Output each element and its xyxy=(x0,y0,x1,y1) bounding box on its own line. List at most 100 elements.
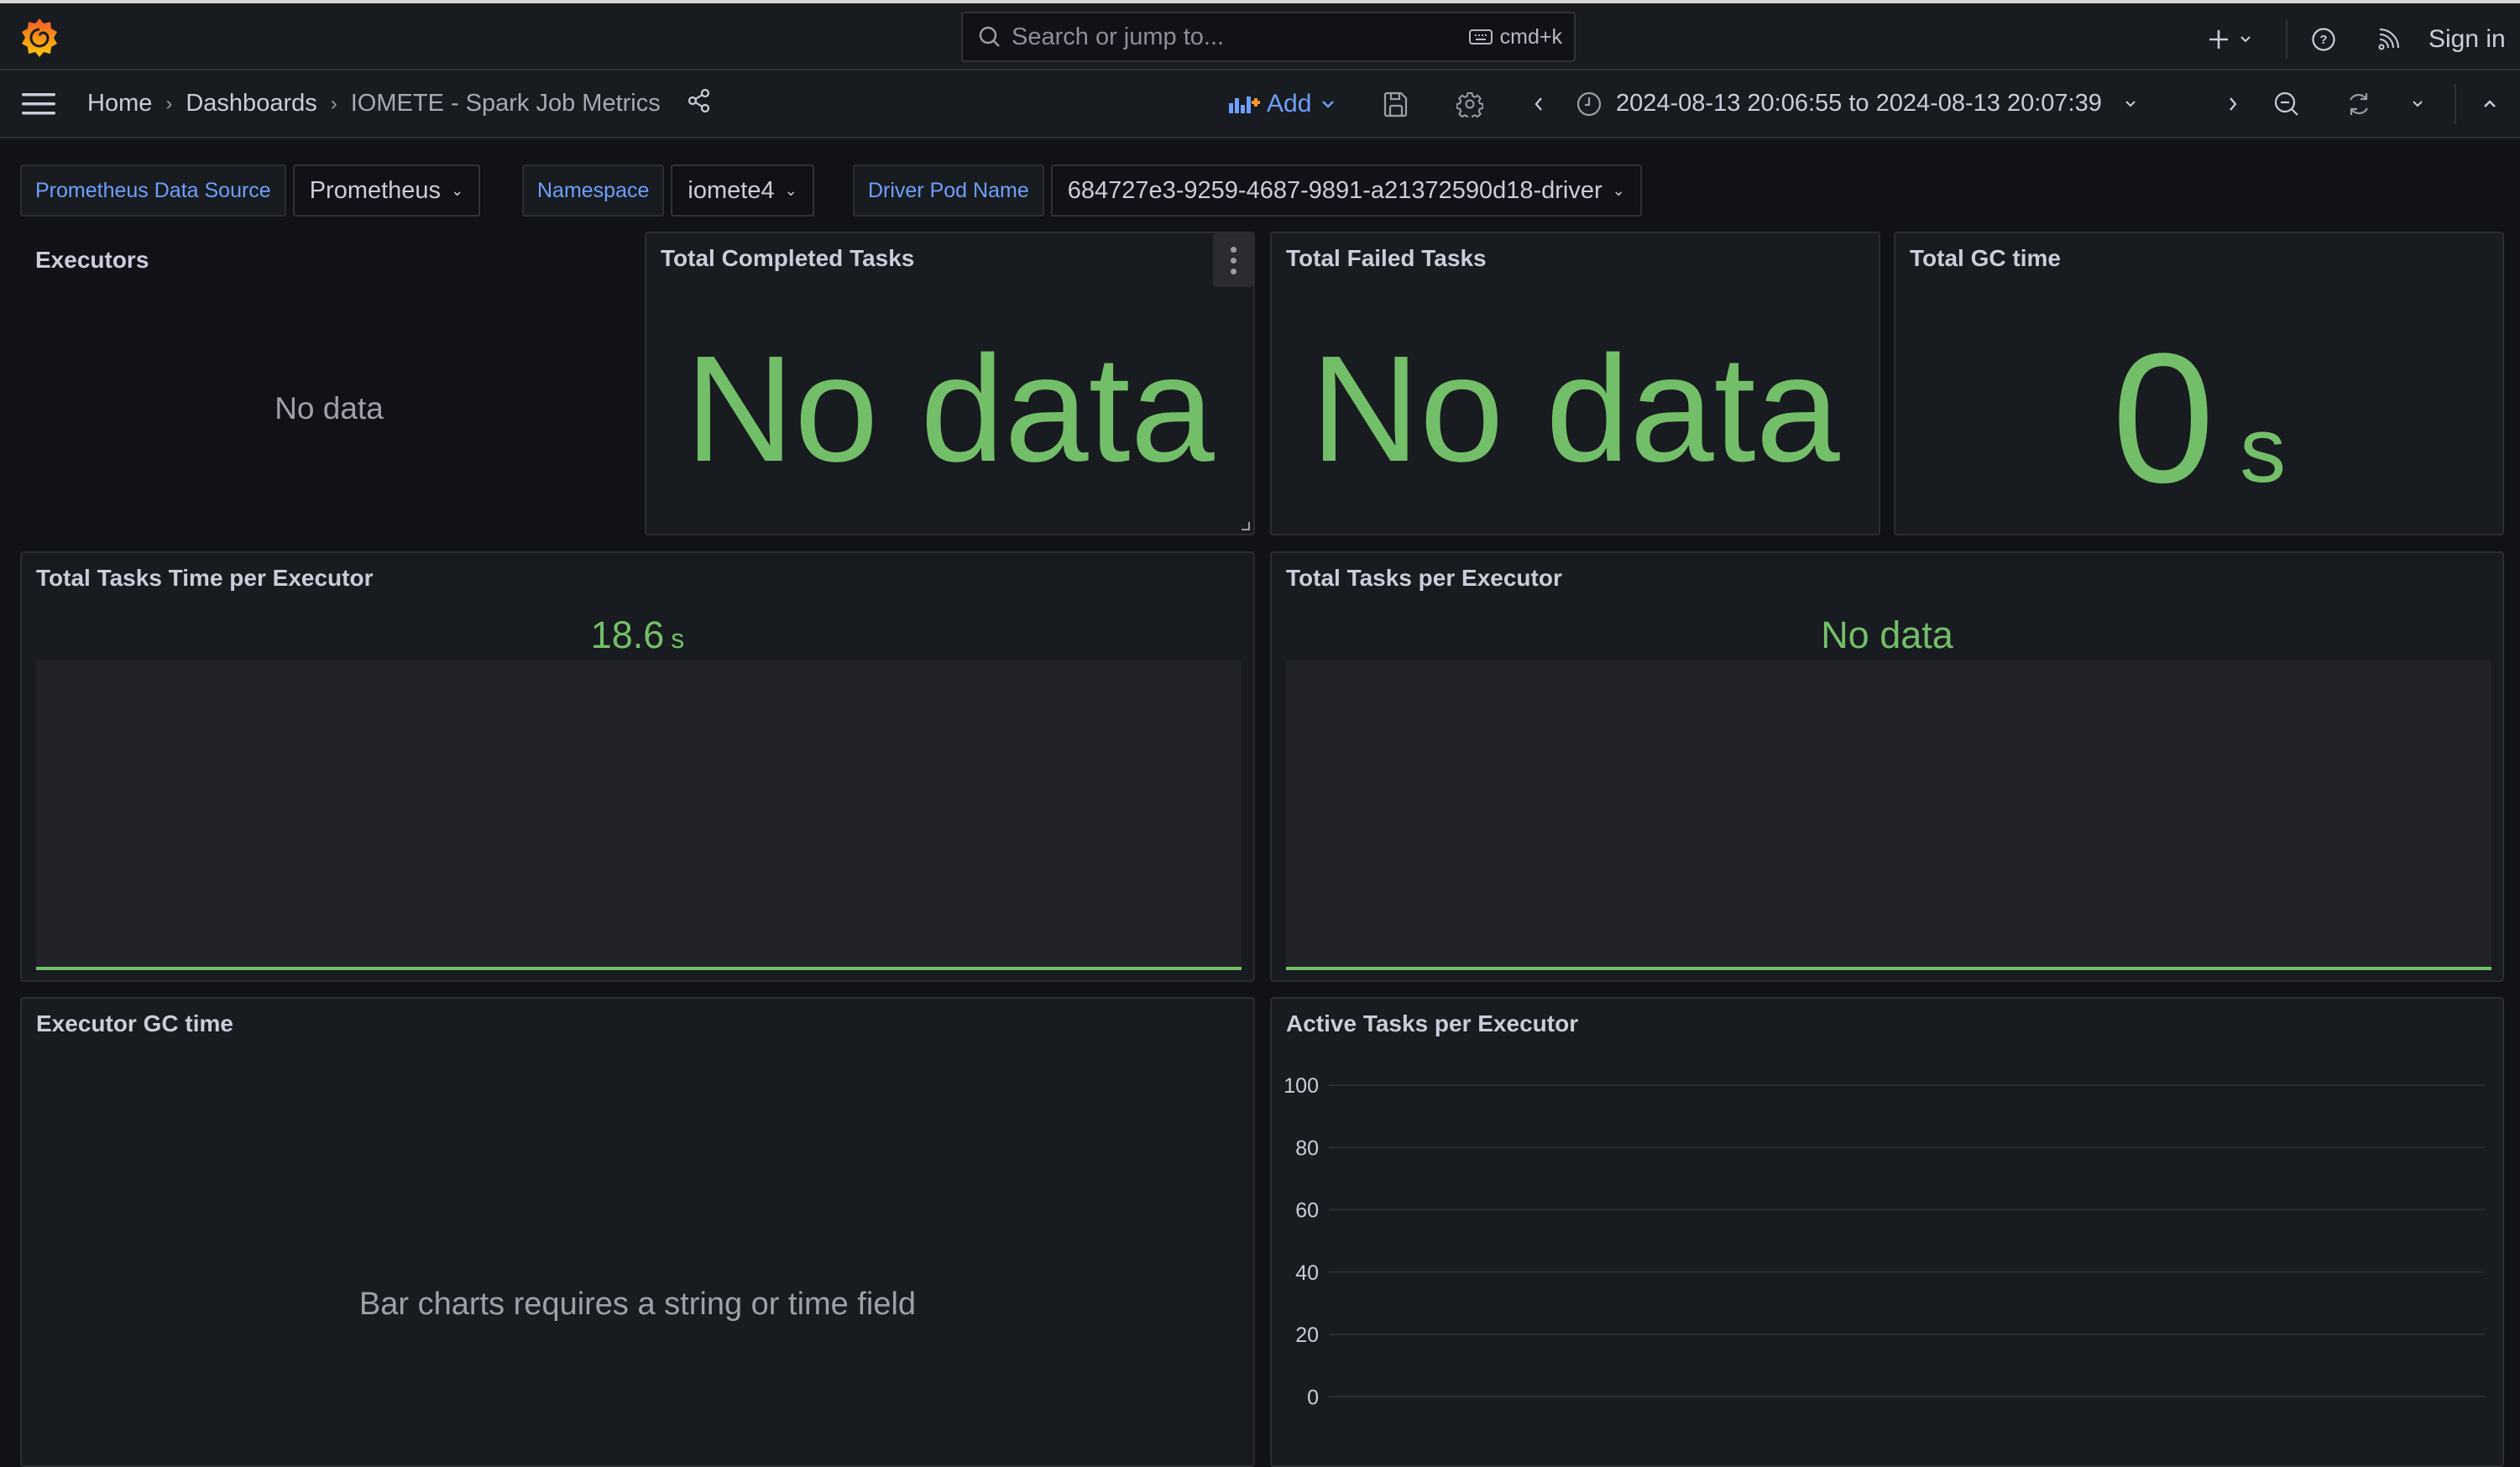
share-icon xyxy=(688,88,709,112)
chevron-right-icon xyxy=(2230,97,2237,111)
panel-title: Executor GC time xyxy=(36,1010,233,1036)
refresh-icon xyxy=(2350,92,2368,115)
panel-menu-button[interactable] xyxy=(1213,233,1253,287)
active-tasks-chart[interactable]: 100 80 60 40 20 0 xyxy=(1272,999,2504,1467)
panel-total-completed-tasks[interactable]: Total Completed Tasks No data xyxy=(645,232,1255,535)
top-bar: Search or jump to... cmd+k ? Sign in xyxy=(0,3,2520,70)
variable-namespace: Namespace iomete4 ⌄ xyxy=(522,164,814,217)
search-icon xyxy=(979,26,1000,47)
help-button[interactable]: ? xyxy=(2310,7,2337,72)
time-shift-back-button[interactable] xyxy=(1532,70,1545,137)
dot xyxy=(1230,257,1236,264)
variable-label: Prometheus Data Source xyxy=(20,164,286,217)
chevron-down-icon xyxy=(1322,100,1335,108)
time-range-label: 2024-08-13 20:06:55 to 2024-08-13 20:07:… xyxy=(1616,90,2102,117)
no-data-message: No data xyxy=(274,391,384,425)
search-input[interactable]: Search or jump to... cmd+k xyxy=(961,12,1576,62)
news-button[interactable] xyxy=(2376,7,2401,72)
gauge-value: No data xyxy=(1821,613,1953,656)
breadcrumb: Home › Dashboards › IOMETE - Spark Job M… xyxy=(87,70,713,137)
panel-total-tasks-per-executor[interactable]: Total Tasks per Executor No data xyxy=(1270,551,2504,982)
variable-driver-pod: Driver Pod Name 684727e3-9259-4687-9891-… xyxy=(853,164,1642,217)
stat-unit: s xyxy=(2240,399,2287,502)
topbar-divider xyxy=(2286,7,2287,72)
resize-handle[interactable] xyxy=(1242,522,1250,530)
chevron-down-icon xyxy=(2413,100,2423,107)
time-shift-forward-button[interactable] xyxy=(2226,70,2240,137)
breadcrumb-separator: › xyxy=(165,91,173,115)
breadcrumb-current-dashboard: IOMETE - Spark Job Metrics xyxy=(350,90,661,117)
refresh-interval-dropdown[interactable] xyxy=(2409,70,2426,137)
grafana-logo-icon[interactable] xyxy=(20,17,59,59)
datasource-select[interactable]: Prometheus ⌄ xyxy=(292,164,481,217)
gauge-background xyxy=(1286,660,2491,968)
panel-title: Total Completed Tasks xyxy=(661,245,915,271)
time-range-picker[interactable]: 2024-08-13 20:06:55 to 2024-08-13 20:07:… xyxy=(1576,70,2139,137)
chevron-up-icon xyxy=(2484,99,2496,107)
panel-title: Total GC time xyxy=(1910,245,2061,271)
gauge-bar xyxy=(1286,967,2491,970)
y-tick-label: 40 xyxy=(1295,1261,1319,1285)
bar-chart-error-message: Bar charts requires a string or time fie… xyxy=(358,1287,917,1322)
panel-title: Total Tasks Time per Executor xyxy=(36,565,374,591)
y-tick-label: 100 xyxy=(1284,1074,1319,1098)
stat-value: No data xyxy=(685,325,1215,493)
variable-value: iomete4 xyxy=(688,176,775,204)
panel-executor-gc-time[interactable]: Executor GC time Bar charts requires a s… xyxy=(20,997,1255,1467)
panel-active-tasks-per-executor[interactable]: Active Tasks per Executor 100 80 60 40 20 0 xyxy=(1270,997,2504,1467)
svg-text:?: ? xyxy=(2319,33,2327,47)
panel-title: Total Tasks per Executor xyxy=(1286,565,1562,591)
add-button[interactable]: Add xyxy=(1228,70,1336,137)
search-placeholder: Search or jump to... xyxy=(1012,23,1225,50)
panel-title: Total Failed Tasks xyxy=(1286,245,1487,271)
zoom-out-time-button[interactable] xyxy=(2272,70,2301,137)
variable-label: Namespace xyxy=(522,164,665,217)
driver-pod-select[interactable]: 684727e3-9259-4687-9891-a21372590d18-dri… xyxy=(1050,164,1642,217)
y-tick-label: 0 xyxy=(1307,1386,1319,1409)
panel-executors[interactable]: Executors No data xyxy=(20,232,638,535)
stat-value-wrapper: 0s xyxy=(1895,326,2502,510)
breadcrumb-dashboards[interactable]: Dashboards xyxy=(186,90,316,117)
rss-icon xyxy=(2378,29,2399,50)
y-tick-label: 20 xyxy=(1295,1323,1319,1347)
namespace-select[interactable]: iomete4 ⌄ xyxy=(671,164,814,217)
variable-datasource: Prometheus Data Source Prometheus ⌄ xyxy=(20,164,481,217)
panel-total-tasks-time-per-executor[interactable]: Total Tasks Time per Executor 18.6 s xyxy=(20,551,1255,982)
panel-total-failed-tasks[interactable]: Total Failed Tasks No data xyxy=(1270,232,1880,535)
refresh-button[interactable] xyxy=(2345,70,2372,137)
plus-icon xyxy=(2209,30,2228,49)
sign-in-link[interactable]: Sign in xyxy=(2429,7,2506,72)
save-dashboard-button[interactable] xyxy=(1383,70,1409,137)
share-button[interactable] xyxy=(686,87,713,121)
panel-title: Executors xyxy=(35,247,149,273)
dashboard-settings-button[interactable] xyxy=(1456,70,1483,137)
y-tick-label: 60 xyxy=(1295,1199,1319,1223)
dot xyxy=(1230,246,1236,253)
gear-icon xyxy=(1456,91,1483,117)
gauge-value: 18.6 xyxy=(590,613,665,656)
menu-icon[interactable] xyxy=(22,93,55,115)
chevron-down-icon: ⌄ xyxy=(1612,181,1625,199)
clock-icon xyxy=(1576,91,1602,116)
gauge-bar xyxy=(36,967,1242,970)
search-shortcut: cmd+k xyxy=(1499,24,1562,49)
chevron-down-icon: ⌄ xyxy=(451,181,464,199)
panel-total-gc-time[interactable]: Total GC time 0s xyxy=(1894,232,2504,535)
collapse-toolbar-button[interactable] xyxy=(2481,70,2499,137)
breadcrumb-home[interactable]: Home xyxy=(87,90,152,117)
chevron-down-icon xyxy=(2125,100,2136,107)
stat-value: No data xyxy=(1310,325,1840,493)
help-icon: ? xyxy=(2312,28,2335,51)
gauge-value-wrapper: 18.6 s xyxy=(22,613,1253,657)
variable-value: Prometheus xyxy=(309,176,442,204)
sign-in-label: Sign in xyxy=(2429,25,2506,53)
add-label: Add xyxy=(1267,89,1312,117)
save-icon xyxy=(1383,91,1408,117)
breadcrumb-separator: › xyxy=(330,91,337,115)
keyboard-icon xyxy=(1468,29,1493,44)
new-menu-button[interactable] xyxy=(2206,7,2253,72)
variable-label: Driver Pod Name xyxy=(853,164,1044,217)
dot xyxy=(1230,268,1236,274)
add-panel-icon xyxy=(1229,96,1260,113)
variable-value: 684727e3-9259-4687-9891-a21372590d18-dri… xyxy=(1067,176,1602,204)
